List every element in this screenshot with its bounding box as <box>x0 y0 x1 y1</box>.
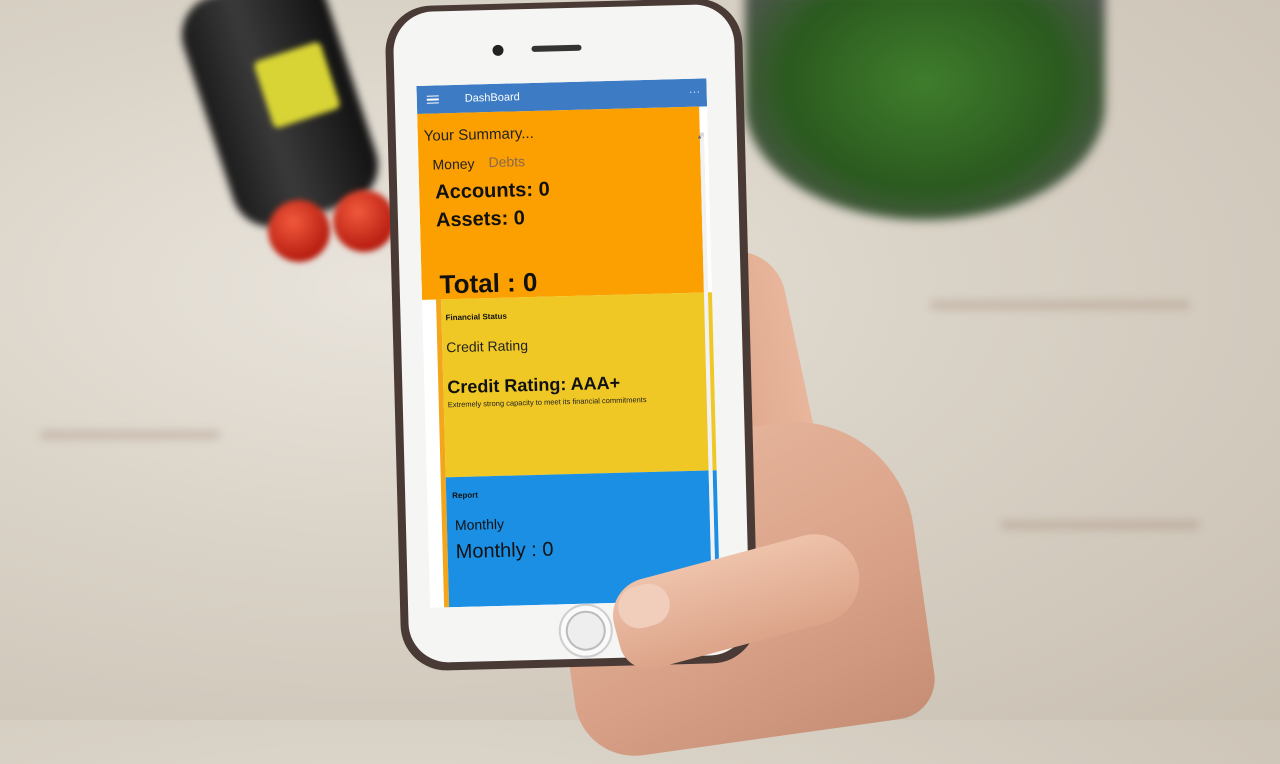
total-value: Total : 0 <box>439 266 538 300</box>
tab-monthly[interactable]: Monthly <box>455 516 504 533</box>
tab-credit-rating[interactable]: Credit Rating <box>446 337 528 355</box>
background-wood-grain <box>40 430 220 440</box>
earpiece-speaker <box>531 44 582 52</box>
home-button[interactable] <box>558 603 614 659</box>
tab-debts[interactable]: Debts <box>488 153 525 170</box>
report-label: Report <box>452 490 479 501</box>
background-wood-grain <box>1000 520 1200 530</box>
summary-section: Your Summary... Money Debts Accounts: 0 … <box>417 106 704 300</box>
background-wood-grain <box>930 300 1190 310</box>
financial-status-section: Financial Status Credit Rating Credit Ra… <box>441 292 718 478</box>
scroll-up-arrow-icon[interactable]: ▴ <box>698 132 704 141</box>
background-tomato <box>333 190 395 252</box>
background-tomato <box>268 200 330 262</box>
financial-status-label: Financial Status <box>445 311 507 323</box>
background-bowl <box>745 0 1105 220</box>
tab-money[interactable]: Money <box>432 155 474 172</box>
front-camera <box>492 44 504 56</box>
accounts-value: Accounts: 0 <box>434 178 550 204</box>
more-options-icon[interactable]: ... <box>689 85 701 96</box>
assets-value: Assets: 0 <box>435 207 526 232</box>
credit-rating-value: Credit Rating: AAA+ <box>447 372 621 398</box>
app-screen: DashBoard ... Your Summary... Money Debt… <box>416 78 721 608</box>
hamburger-menu-icon[interactable] <box>426 95 439 104</box>
app-title: DashBoard <box>464 91 520 105</box>
monthly-value: Monthly : 0 <box>455 538 554 564</box>
summary-heading: Your Summary... <box>423 124 534 145</box>
